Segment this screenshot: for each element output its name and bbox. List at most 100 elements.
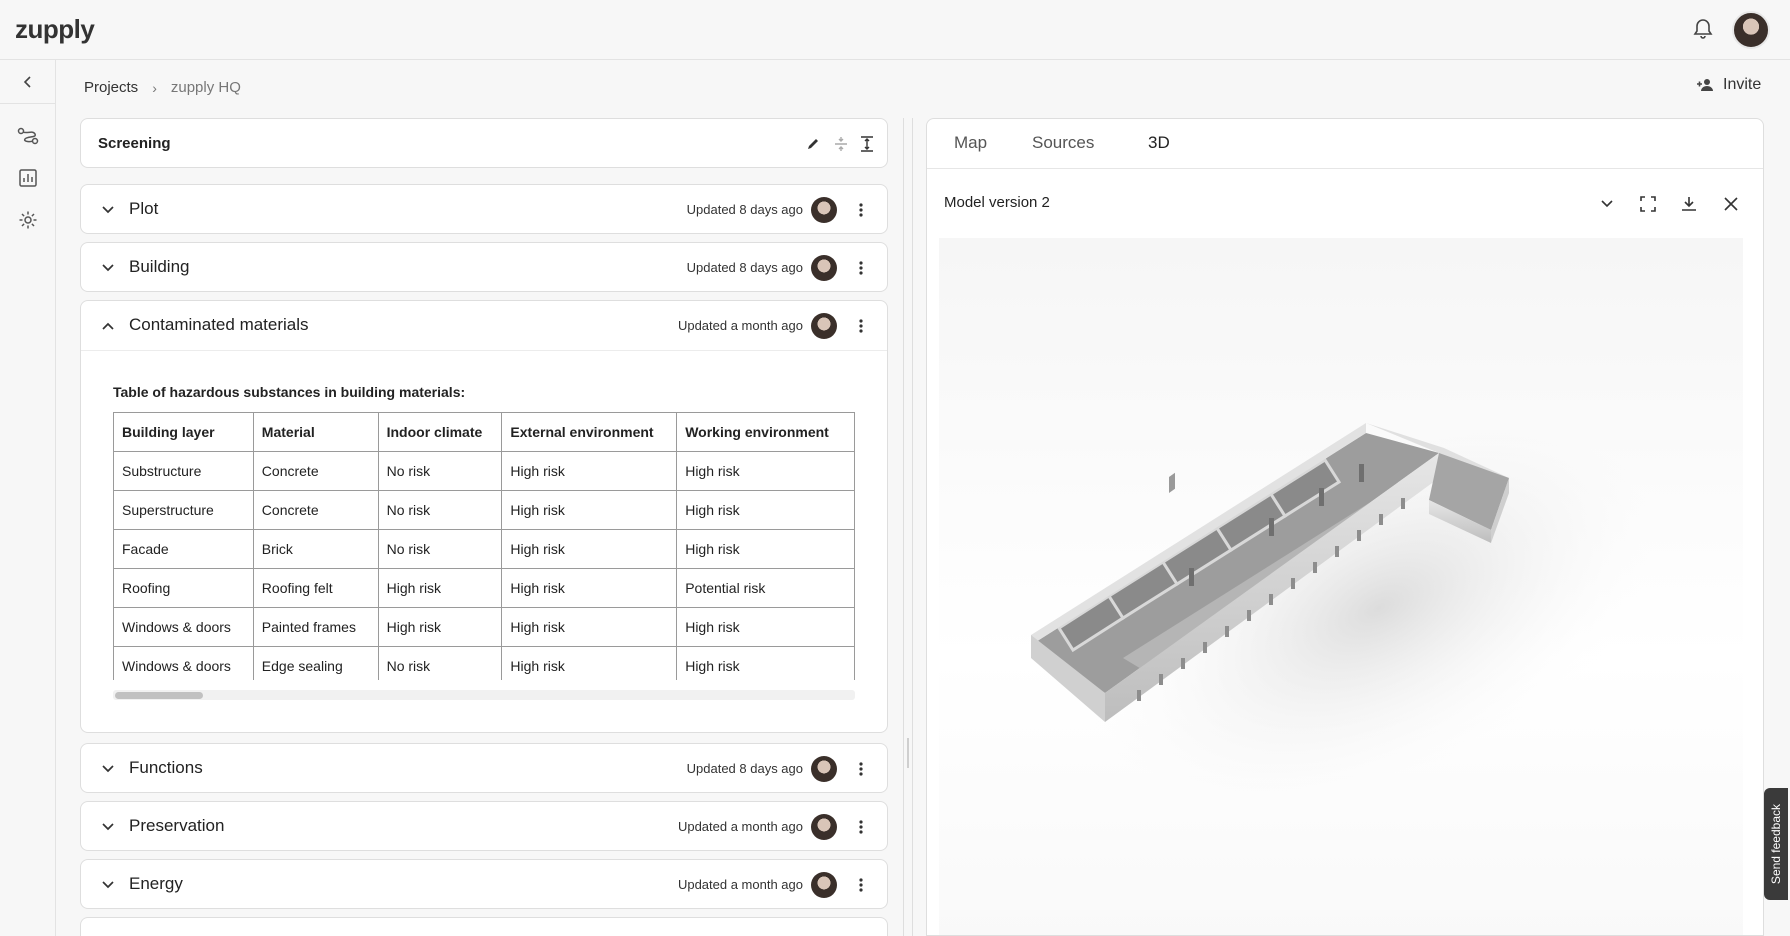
section-updated: Updated 8 days ago bbox=[686, 761, 803, 776]
table-cell: No risk bbox=[377, 490, 503, 530]
table-row: Windows & doors Edge sealing No risk Hig… bbox=[113, 646, 855, 680]
breadcrumb-projects[interactable]: Projects bbox=[84, 79, 138, 96]
viewer-panel: Map Sources 3D Model version 2 bbox=[926, 118, 1764, 936]
more-options-icon[interactable] bbox=[853, 200, 869, 220]
chevron-down-icon[interactable] bbox=[98, 200, 118, 220]
section-title: Building bbox=[129, 257, 190, 276]
table-cell: High risk bbox=[676, 607, 855, 647]
editor-avatar bbox=[811, 313, 837, 339]
user-avatar[interactable] bbox=[1732, 11, 1770, 49]
chevron-left-icon bbox=[23, 75, 31, 88]
table-cell: High risk bbox=[501, 451, 678, 491]
table-cell: Roofing felt bbox=[252, 568, 379, 608]
close-icon[interactable] bbox=[1720, 193, 1742, 215]
invite-label: Invite bbox=[1723, 76, 1762, 93]
building-model-render bbox=[1031, 386, 1683, 830]
table-cell: Concrete bbox=[252, 490, 379, 530]
download-icon[interactable] bbox=[1678, 193, 1700, 215]
model-3d-viewer[interactable] bbox=[939, 238, 1743, 935]
more-options-icon[interactable] bbox=[853, 316, 869, 336]
left-rail bbox=[0, 60, 56, 936]
tab-3d[interactable]: 3D bbox=[1148, 133, 1170, 153]
table-header-row: Building layer Material Indoor climate E… bbox=[113, 412, 855, 452]
column-header: Building layer bbox=[113, 412, 254, 452]
table-cell: Roofing bbox=[113, 568, 254, 608]
drag-handle-icon[interactable] bbox=[907, 738, 909, 768]
table-scrollbar-track[interactable] bbox=[113, 690, 855, 700]
table-cell: Potential risk bbox=[676, 568, 855, 608]
table-cell: High risk bbox=[501, 490, 678, 530]
table-cell: No risk bbox=[377, 529, 503, 569]
route-icon[interactable] bbox=[16, 124, 40, 148]
hazard-table-container: Building layer Material Indoor climate E… bbox=[113, 412, 855, 680]
table-cell: High risk bbox=[676, 646, 855, 680]
breadcrumb: Projects › zupply HQ bbox=[84, 79, 241, 96]
table-cell: No risk bbox=[377, 451, 503, 491]
more-options-icon[interactable] bbox=[853, 759, 869, 779]
expand-all-icon[interactable] bbox=[857, 134, 877, 154]
tab-map[interactable]: Map bbox=[954, 133, 987, 153]
fullscreen-icon[interactable] bbox=[1637, 193, 1659, 215]
table-cell: High risk bbox=[676, 529, 855, 569]
viewer-tabs: Map Sources 3D bbox=[927, 119, 1763, 169]
chevron-down-icon[interactable] bbox=[98, 875, 118, 895]
chevron-down-icon[interactable] bbox=[98, 759, 118, 779]
top-bar: zupply bbox=[0, 0, 1790, 60]
table-title: Table of hazardous substances in buildin… bbox=[113, 384, 466, 400]
section-title: Energy bbox=[129, 874, 183, 893]
more-options-icon[interactable] bbox=[853, 258, 869, 278]
chevron-up-icon[interactable] bbox=[98, 316, 118, 336]
hazard-table: Building layer Material Indoor climate E… bbox=[113, 412, 855, 680]
table-row: Facade Brick No risk High risk High risk bbox=[113, 529, 855, 569]
gear-icon[interactable] bbox=[16, 208, 40, 232]
column-header: Indoor climate bbox=[377, 412, 503, 452]
section-functions[interactable]: Functions Updated 8 days ago bbox=[80, 743, 888, 793]
send-feedback-tab[interactable]: Send feedback bbox=[1764, 788, 1788, 900]
chevron-down-icon[interactable] bbox=[98, 817, 118, 837]
table-row: Substructure Concrete No risk High risk … bbox=[113, 451, 855, 491]
table-cell: Concrete bbox=[252, 451, 379, 491]
add-user-icon bbox=[1697, 79, 1713, 91]
section-next-partial[interactable] bbox=[80, 917, 888, 936]
section-energy[interactable]: Energy Updated a month ago bbox=[80, 859, 888, 909]
section-plot[interactable]: Plot Updated 8 days ago bbox=[80, 184, 888, 234]
tab-sources[interactable]: Sources bbox=[1032, 133, 1094, 153]
table-row: Superstructure Concrete No risk High ris… bbox=[113, 490, 855, 530]
section-updated: Updated a month ago bbox=[677, 877, 803, 892]
table-cell: Painted frames bbox=[252, 607, 379, 647]
editor-avatar bbox=[811, 255, 837, 281]
collapse-all-icon[interactable] bbox=[831, 134, 851, 154]
chart-icon[interactable] bbox=[16, 166, 40, 190]
send-feedback-label: Send feedback bbox=[1769, 803, 1783, 885]
bell-icon[interactable] bbox=[1690, 16, 1716, 42]
screening-title: Screening bbox=[98, 135, 171, 152]
table-cell: High risk bbox=[377, 607, 503, 647]
table-cell: High risk bbox=[377, 568, 503, 608]
chevron-down-icon[interactable] bbox=[98, 258, 118, 278]
table-row: Windows & doors Painted frames High risk… bbox=[113, 607, 855, 647]
table-cell: Brick bbox=[252, 529, 379, 569]
section-preservation[interactable]: Preservation Updated a month ago bbox=[80, 801, 888, 851]
section-title[interactable]: Contaminated materials bbox=[129, 315, 309, 335]
section-updated: Updated 8 days ago bbox=[686, 260, 803, 275]
breadcrumb-separator-icon: › bbox=[152, 79, 157, 96]
chevron-down-icon[interactable] bbox=[1596, 193, 1618, 215]
section-building[interactable]: Building Updated 8 days ago bbox=[80, 242, 888, 292]
invite-button[interactable]: Invite bbox=[1697, 76, 1761, 94]
section-updated: Updated a month ago bbox=[677, 819, 803, 834]
editor-avatar bbox=[811, 872, 837, 898]
panel-splitter[interactable] bbox=[903, 118, 913, 936]
editor-avatar bbox=[811, 756, 837, 782]
more-options-icon[interactable] bbox=[853, 817, 869, 837]
table-cell: High risk bbox=[501, 646, 678, 680]
table-scrollbar-thumb[interactable] bbox=[115, 692, 203, 699]
editor-avatar bbox=[811, 814, 837, 840]
collapse-rail-button[interactable] bbox=[0, 60, 56, 104]
edit-icon[interactable] bbox=[803, 134, 823, 154]
table-cell: High risk bbox=[501, 529, 678, 569]
more-options-icon[interactable] bbox=[853, 875, 869, 895]
app-logo[interactable]: zupply bbox=[15, 14, 95, 45]
section-title: Preservation bbox=[129, 816, 225, 835]
table-cell: Superstructure bbox=[113, 490, 254, 530]
table-cell: Edge sealing bbox=[252, 646, 379, 680]
